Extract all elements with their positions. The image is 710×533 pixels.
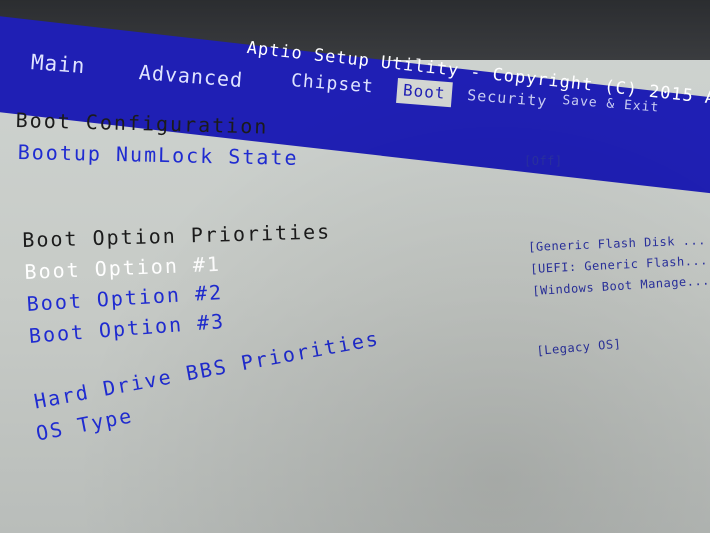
bootup-numlock-state-value[interactable]: [Off] bbox=[524, 154, 563, 168]
boot-option-1[interactable]: Boot Option #1 bbox=[24, 252, 221, 284]
boot-option-3[interactable]: Boot Option #3 bbox=[28, 309, 226, 348]
boot-option-3-value[interactable]: [Windows Boot Manage... bbox=[532, 273, 710, 298]
os-type-value[interactable]: [Legacy OS] bbox=[536, 337, 622, 358]
tab-main[interactable]: Main bbox=[30, 50, 86, 78]
boot-option-priorities-heading: Boot Option Priorities bbox=[22, 219, 332, 252]
boot-option-2-value[interactable]: [UEFI: Generic Flash... bbox=[530, 253, 708, 276]
bootup-numlock-state-option[interactable]: Bootup NumLock State bbox=[17, 140, 298, 170]
boot-option-1-value[interactable]: [Generic Flash Disk ... bbox=[528, 233, 706, 254]
tab-boot[interactable]: Boot bbox=[396, 78, 453, 108]
bios-screen: Aptio Setup Utility - Copyright (C) 2015… bbox=[0, 0, 710, 533]
